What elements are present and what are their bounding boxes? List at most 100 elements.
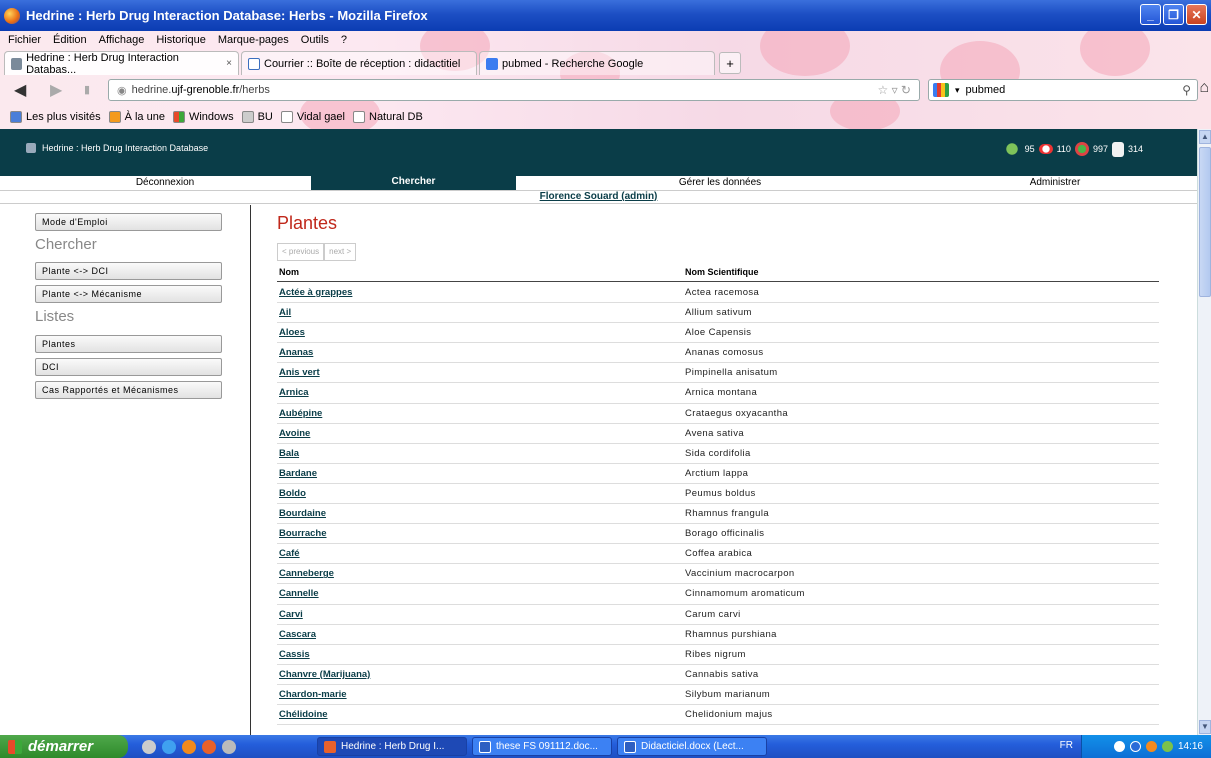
tab-close-icon[interactable]: × [226, 58, 232, 69]
language-indicator[interactable]: FR [1060, 740, 1073, 751]
bookmark-a-la-une[interactable]: À la une [108, 111, 165, 123]
google-search-icon[interactable] [933, 83, 949, 97]
bookmark-icon [10, 111, 22, 123]
next-button[interactable]: next > [324, 243, 357, 261]
plant-name-link[interactable]: Chélidoine [279, 705, 328, 724]
windows-icon [172, 111, 185, 123]
maximize-button[interactable]: ❐ [1163, 4, 1184, 25]
sidebar-dci[interactable]: DCI [35, 358, 222, 376]
plant-name-link[interactable]: Aloes [279, 323, 305, 342]
plant-name-link[interactable]: Aubépine [279, 404, 322, 423]
scroll-thumb[interactable] [1199, 147, 1211, 297]
start-button[interactable]: démarrer [0, 735, 128, 758]
scientific-name: Arnica montana [685, 387, 758, 399]
menu-edition[interactable]: Édition [53, 34, 87, 46]
tab-hedrine[interactable]: Hedrine : Herb Drug Interaction Databas.… [4, 51, 239, 76]
bookmark-label: BU [257, 111, 273, 123]
menu-help[interactable]: ? [341, 34, 347, 46]
forward-arrow-icon[interactable]: ▶ [50, 80, 62, 100]
sidebar-cas-rapportes[interactable]: Cas Rapportés et Mécanismes [35, 381, 222, 399]
antivirus-icon[interactable] [1145, 741, 1157, 752]
sidebar-plantes[interactable]: Plantes [35, 335, 222, 353]
back-arrow-icon[interactable]: ◀ [14, 80, 26, 100]
home-icon[interactable]: ⌂ [1199, 79, 1209, 97]
menu-outils[interactable]: Outils [301, 34, 329, 46]
current-user[interactable]: Florence Souard (admin) [0, 190, 1197, 204]
plant-name-link[interactable]: Café [279, 544, 300, 563]
menu-fichier[interactable]: Fichier [8, 34, 41, 46]
bookmark-plus-visites[interactable]: Les plus visités [10, 111, 101, 123]
window-title-bar: Hedrine : Herb Drug Interaction Database… [0, 0, 1211, 31]
star-icon[interactable]: ☆ ▿ ↻ [877, 83, 911, 97]
window-title: Hedrine : Herb Drug Interaction Database… [26, 8, 428, 23]
menu-marque-pages[interactable]: Marque-pages [218, 34, 289, 46]
other-launch-icon[interactable] [222, 739, 236, 754]
nav-deconnexion[interactable]: Déconnexion [0, 177, 330, 188]
new-tab-button[interactable]: + [719, 52, 741, 74]
page-scrollbar[interactable]: ▲ ▼ [1197, 129, 1211, 735]
tray-arrow-icon[interactable] [1113, 741, 1125, 752]
nav-chercher[interactable]: Chercher [311, 176, 516, 190]
plant-name-link[interactable]: Carvi [279, 605, 303, 624]
bookmark-windows[interactable]: Windows [172, 111, 234, 123]
plant-name-link[interactable]: Ail [279, 303, 291, 322]
scroll-down-arrow-icon[interactable]: ▼ [1199, 720, 1211, 734]
scroll-up-arrow-icon[interactable]: ▲ [1199, 130, 1211, 144]
nav-administrer[interactable]: Administrer [900, 177, 1210, 188]
nav-gerer[interactable]: Gérer les données [560, 177, 880, 188]
sidebar-mode-emploi[interactable]: Mode d'Emploi [35, 213, 222, 231]
plant-name-link[interactable]: Cassis [279, 645, 310, 664]
plant-name-link[interactable]: Actée à grappes [279, 283, 352, 302]
desktop-icon[interactable] [142, 739, 156, 754]
tab-pubmed[interactable]: pubmed - Recherche Google [479, 51, 715, 75]
menu-historique[interactable]: Historique [156, 34, 206, 46]
ie-icon[interactable] [162, 739, 176, 754]
table-row: Chélidoine Chelidonium majus [277, 705, 1159, 726]
table-row: Ail Allium sativum [277, 303, 1159, 324]
menu-affichage[interactable]: Affichage [99, 34, 145, 46]
search-bar[interactable]: ▾ pubmed ⚲ [928, 79, 1198, 101]
bookmark-natural-db[interactable]: Natural DB [353, 111, 423, 123]
word-icon [479, 740, 491, 753]
plant-name-link[interactable]: Cannelle [279, 584, 319, 603]
sidebar-plante-dci[interactable]: Plante <-> DCI [35, 262, 222, 280]
column-nom-scientifique[interactable]: Nom Scientifique [685, 267, 759, 277]
plant-name-link[interactable]: Cascara [279, 625, 316, 644]
plant-name-link[interactable]: Arnica [279, 383, 309, 402]
firefox-launch-icon[interactable] [202, 739, 216, 754]
plant-name-link[interactable]: Boldo [279, 484, 306, 503]
site-brand[interactable]: Hedrine : Herb Drug Interaction Database [26, 143, 208, 153]
media-icon[interactable] [182, 739, 196, 754]
tab-courrier[interactable]: Courrier :: Boîte de réception : didacti… [241, 51, 477, 75]
column-nom[interactable]: Nom [279, 267, 299, 277]
scientific-name: Crataegus oxyacantha [685, 407, 789, 419]
plant-name-link[interactable]: Bala [279, 444, 299, 463]
plant-name-link[interactable]: Bourdaine [279, 504, 326, 523]
sidebar-plante-mecanisme[interactable]: Plante <-> Mécanisme [35, 285, 222, 303]
previous-button[interactable]: < previous [277, 243, 325, 261]
main-content: Plantes < previous next > Nom Nom Scient… [251, 205, 1197, 735]
plant-name-link[interactable]: Chanvre (Marijuana) [279, 665, 370, 684]
google-icon [486, 57, 498, 70]
bluetooth-icon[interactable] [1129, 741, 1141, 752]
magnifier-icon[interactable]: ⚲ [1182, 83, 1191, 97]
network-icon[interactable] [1161, 741, 1173, 752]
scientific-name: Actea racemosa [685, 287, 760, 298]
plant-name-link[interactable]: Anis vert [279, 363, 320, 382]
minimize-button[interactable]: _ [1140, 4, 1161, 25]
task-firefox[interactable]: Hedrine : Herb Drug I... [317, 737, 467, 756]
task-word-these[interactable]: these FS 091112.doc... [472, 737, 612, 756]
plant-name-link[interactable]: Bourrache [279, 524, 327, 543]
menu-bar: Fichier Édition Affichage Historique Mar… [0, 31, 347, 49]
bookmark-vidal-gael[interactable]: Vidal gael [280, 111, 345, 123]
url-bar[interactable]: ◉ hedrine. ujf-grenoble.fr/herbs ☆ ▿ ↻ [108, 79, 920, 101]
plant-name-link[interactable]: Chardon-marie [279, 685, 347, 704]
plant-name-link[interactable]: Bardane [279, 464, 317, 483]
bookmark-bu[interactable]: BU [241, 111, 273, 123]
plant-name-link[interactable]: Canneberge [279, 564, 334, 583]
close-button[interactable]: ✕ [1186, 4, 1207, 25]
task-word-didacticiel[interactable]: Didacticiel.docx (Lect... [617, 737, 767, 756]
plant-name-link[interactable]: Ananas [279, 343, 313, 362]
dropdown-icon[interactable]: ▾ [955, 85, 960, 96]
plant-name-link[interactable]: Avoine [279, 424, 310, 443]
